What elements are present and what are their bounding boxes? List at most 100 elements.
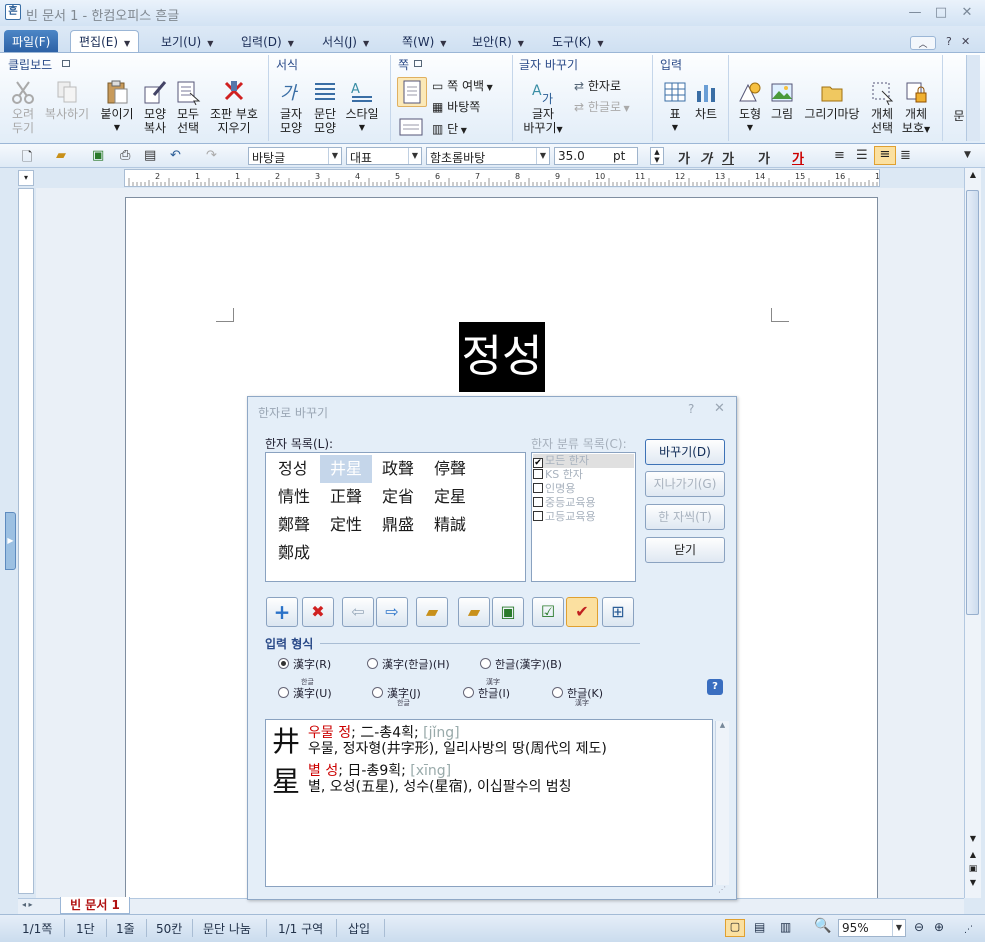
tab-nav-icon[interactable]: ◂ ▸ xyxy=(22,900,33,909)
arrow-left-icon[interactable]: ⇦ xyxy=(342,597,374,627)
checkmark-heart-icon[interactable]: ✔ xyxy=(566,597,598,627)
resize-grip-icon[interactable]: ⋰ xyxy=(718,885,726,894)
convert-char-button[interactable]: A가 글자 바꾸기▼ xyxy=(518,79,568,137)
convert-button[interactable]: 바꾸기(D) xyxy=(645,439,725,465)
menu-file[interactable]: 파일(F) xyxy=(4,30,59,52)
scroll-up-icon[interactable]: ▲ xyxy=(966,170,980,182)
minimize-icon[interactable]: — xyxy=(906,5,924,21)
scroll-thumb[interactable] xyxy=(966,190,979,615)
hanja-item[interactable]: 定性 xyxy=(320,511,372,539)
menu-page[interactable]: 쪽(W) ▼ xyxy=(393,30,455,52)
save-icon[interactable]: ▣ xyxy=(92,148,104,163)
selected-text[interactable]: 정성 xyxy=(459,322,545,392)
normal-view-icon[interactable]: ▢ xyxy=(725,919,745,937)
checkbox-icon[interactable] xyxy=(533,497,543,507)
web-view-icon[interactable]: ▤ xyxy=(754,920,765,934)
resize-grip-icon[interactable]: ⋰ xyxy=(964,925,973,935)
close-icon[interactable]: ✕ xyxy=(958,5,976,21)
status-mode[interactable]: 삽입 xyxy=(348,920,370,937)
align-right-icon[interactable]: ≣ xyxy=(900,148,911,163)
menu-view[interactable]: 보기(U) ▼ xyxy=(152,30,222,52)
next-page-icon[interactable]: ▼ xyxy=(966,878,980,890)
vertical-ruler[interactable] xyxy=(18,188,34,894)
font-select[interactable]: 함초롬바탕 ▼ xyxy=(426,147,550,165)
align-left-icon[interactable]: ☰ xyxy=(856,148,868,163)
zoom-out-icon[interactable]: ⊖ xyxy=(914,920,924,934)
zoom-select[interactable]: 95% ▼ xyxy=(838,919,906,937)
underline-button[interactable]: 가 xyxy=(722,148,734,167)
hanja-item[interactable]: 定省 xyxy=(372,483,424,511)
object-select-button[interactable]: 개체 선택 xyxy=(866,79,898,135)
hanja-item[interactable]: 政聲 xyxy=(372,455,424,483)
format-ruby-top[interactable]: 한글 漢字(U) xyxy=(278,678,332,701)
category-item[interactable]: 중등교육용 xyxy=(533,496,634,510)
dialog-help-icon[interactable]: ? xyxy=(688,402,694,416)
shape-button[interactable]: 도형 ▼ xyxy=(734,79,766,135)
prev-page-icon[interactable]: ▲ xyxy=(966,850,980,862)
format-hangul-top[interactable]: 漢字 한글(I) xyxy=(463,678,510,701)
horizontal-ruler[interactable]: 21123456789101112131415161718 xyxy=(124,169,925,187)
dialog-launcher-icon[interactable] xyxy=(62,60,70,67)
sidebar-toggle[interactable]: ▶ xyxy=(5,512,16,570)
format-hanja[interactable]: 漢字(R) xyxy=(278,656,331,672)
hanja-item[interactable]: 鄭成 xyxy=(268,539,320,567)
skip-button[interactable]: 지나가기(G) xyxy=(645,471,725,497)
hanja-item[interactable]: 情性 xyxy=(268,483,320,511)
category-list[interactable]: ✔ 모든 한자 KS 한자 인명용 중등교육용 고등교육용 xyxy=(531,452,636,582)
new-dict-icon[interactable]: ▰ xyxy=(416,597,448,627)
to-hanja-button[interactable]: ⇄ 한자로 xyxy=(574,78,621,94)
category-item[interactable]: 고등교육용 xyxy=(533,510,634,524)
chevron-down-icon[interactable]: ▼ xyxy=(124,39,130,48)
justify-icon[interactable]: ≡ xyxy=(834,148,845,163)
hanja-item[interactable]: 精誠 xyxy=(424,511,476,539)
settings-icon[interactable]: ⊞ xyxy=(602,597,634,627)
strike-button[interactable]: 가 xyxy=(758,148,770,167)
zoom-in-icon[interactable]: ⊕ xyxy=(934,920,944,934)
menu-security[interactable]: 보안(R) ▼ xyxy=(463,30,533,52)
delete-icon[interactable]: ✖ xyxy=(302,597,334,627)
lang-select[interactable]: 대표 ▼ xyxy=(346,147,422,165)
save-dict-icon[interactable]: ▣ xyxy=(492,597,524,627)
columns-button[interactable]: ▥ 단 ▼ xyxy=(432,121,467,139)
clear-codes-button[interactable]: 조판 부호 지우기 xyxy=(206,79,262,135)
hanja-item[interactable]: 井星 xyxy=(320,455,372,483)
page-nav-icon[interactable]: ▣ xyxy=(966,864,980,876)
collapse-ribbon-icon[interactable]: ︿ xyxy=(910,36,936,50)
dialog-close-icon[interactable]: ✕ xyxy=(714,401,725,416)
open-icon[interactable]: ▰ xyxy=(56,148,66,163)
undo-icon[interactable]: ↶ xyxy=(170,148,181,163)
format-ruby-bottom[interactable]: 漢字(J) 한글 xyxy=(372,685,421,707)
menu-insert[interactable]: 입력(D) ▼ xyxy=(232,30,303,52)
align-center-icon[interactable]: ≡ xyxy=(874,146,896,165)
hanja-item[interactable]: 鄭聲 xyxy=(268,511,320,539)
open-dict-icon[interactable]: ▰ xyxy=(458,597,490,627)
italic-button[interactable]: 가 xyxy=(700,148,712,167)
hanja-item[interactable]: 정성 xyxy=(268,455,320,483)
close-doc-icon[interactable]: ✕ xyxy=(961,35,970,48)
dialog-launcher-icon[interactable] xyxy=(414,60,422,67)
menu-tools[interactable]: 도구(K) ▼ xyxy=(543,30,612,52)
category-item[interactable]: ✔ 모든 한자 xyxy=(533,454,634,468)
para-shape-button[interactable]: 문단 모양 xyxy=(308,79,342,135)
checkbox-icon[interactable] xyxy=(533,483,543,493)
arrow-right-icon[interactable]: ⇨ xyxy=(376,597,408,627)
shape-copy-button[interactable]: 모양 복사 xyxy=(138,79,172,135)
category-item[interactable]: KS 한자 xyxy=(533,468,634,482)
checkbox-icon[interactable]: ✔ xyxy=(533,458,543,468)
size-stepper[interactable]: ▲ ▼ xyxy=(650,147,664,165)
print-icon[interactable]: ⎙ xyxy=(120,148,130,163)
menu-format[interactable]: 서식(J) ▼ xyxy=(313,30,378,52)
format-hanja-hangul[interactable]: 漢字(한글)(H) xyxy=(367,656,450,672)
drawing-button[interactable]: 그리기마당 xyxy=(800,79,864,121)
hanja-item[interactable]: 定星 xyxy=(424,483,476,511)
checkbox-icon[interactable] xyxy=(533,469,543,479)
menu-edit[interactable]: 편집(E) ▼ xyxy=(70,30,140,52)
maximize-icon[interactable]: □ xyxy=(932,5,950,21)
new-doc-icon[interactable]: 🗋 xyxy=(22,148,32,170)
style-select[interactable]: 바탕글 ▼ xyxy=(248,147,342,165)
background-page-button[interactable]: ▦ 바탕쪽 xyxy=(432,99,480,115)
copy-button[interactable]: 복사하기 xyxy=(40,79,94,121)
zoom-icon[interactable]: 🔍 xyxy=(814,918,831,934)
add-icon[interactable]: + xyxy=(266,597,298,627)
help-icon[interactable]: ? xyxy=(707,679,723,695)
